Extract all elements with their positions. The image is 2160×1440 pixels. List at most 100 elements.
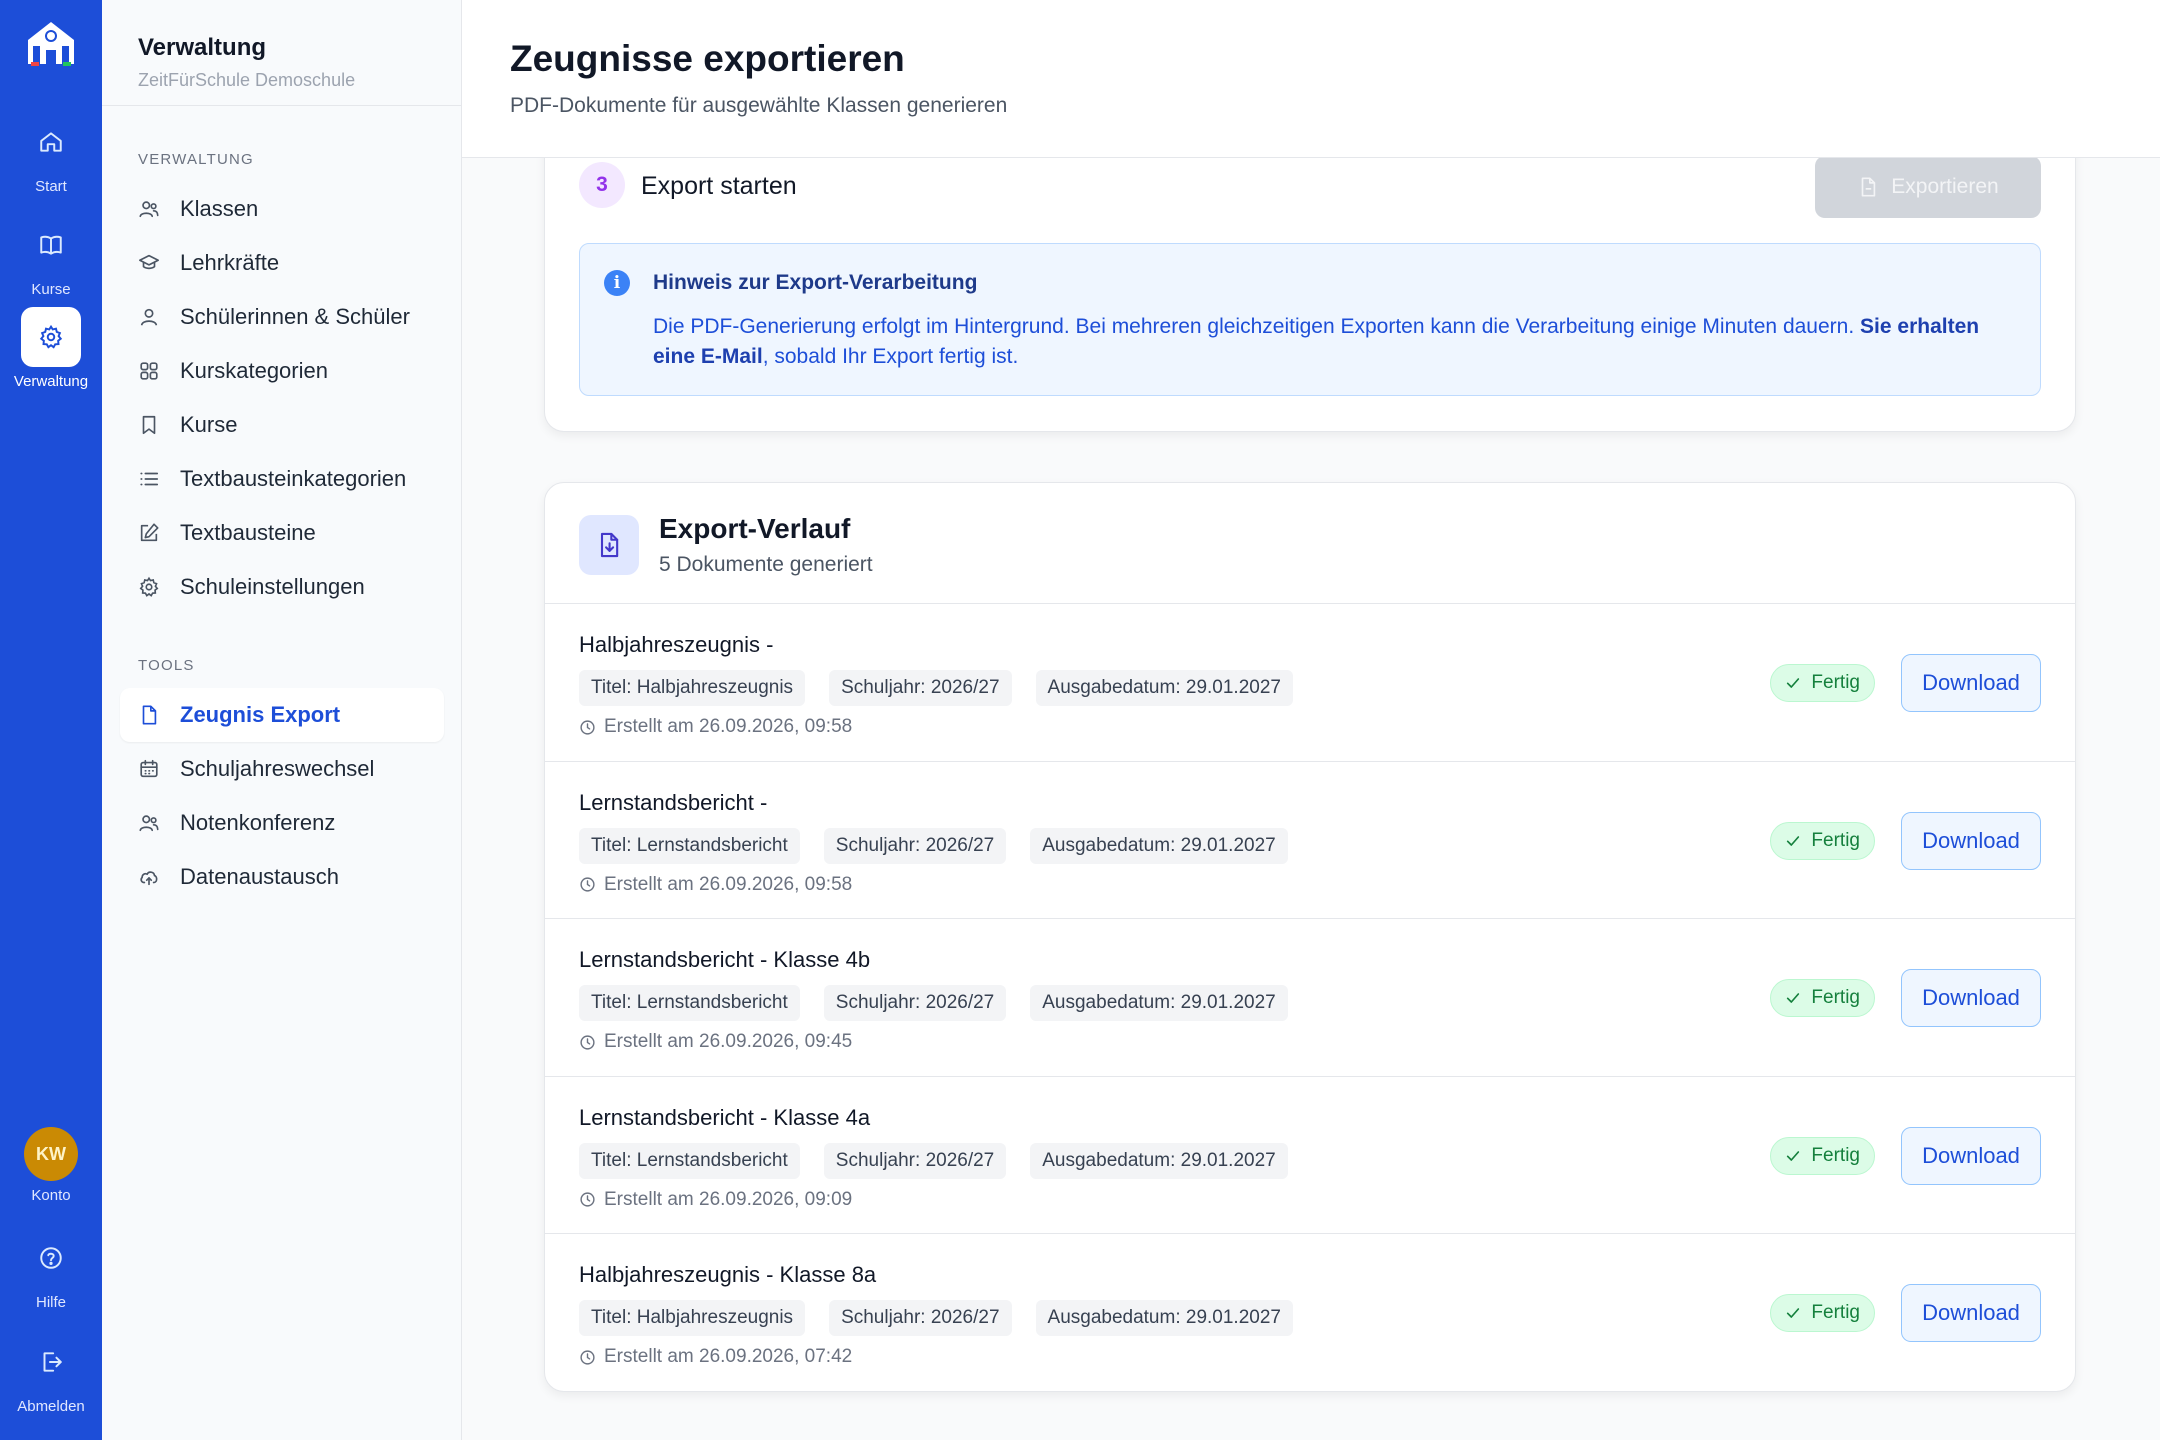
status-text: Fertig	[1811, 1144, 1860, 1166]
sidebar-item-schueler[interactable]: Schülerinnen & Schüler	[120, 290, 444, 344]
page-title: Zeugnisse exportieren	[510, 38, 905, 79]
clock-icon	[580, 719, 595, 735]
created-text: Erstellt am 26.09.2026, 09:58	[604, 716, 853, 737]
admin-nav: Klassen Lehrkräfte Schülerinnen & Schüle…	[120, 182, 444, 614]
created-timestamp: Erstellt am 26.09.2026, 09:58	[579, 716, 852, 738]
step-badge: 3	[579, 162, 625, 208]
rail-item-hilfe[interactable]: Hilfe	[0, 1228, 102, 1311]
export-button-label: Exportieren	[1891, 175, 1999, 198]
sidebar-item-label: Textbausteinkategorien	[180, 466, 407, 491]
rail-item-kurse[interactable]: Kurse	[0, 215, 102, 298]
download-button[interactable]: Download	[1901, 1284, 2041, 1342]
sidebar: Verwaltung ZeitFürSchule Demoschule VERW…	[102, 0, 462, 1440]
file-icon	[1861, 177, 1876, 197]
page-subtitle: PDF-Dokumente für ausgewählte Klassen ge…	[510, 94, 1008, 117]
rail-label-verwaltung: Verwaltung	[13, 373, 89, 390]
sidebar-item-datenaustausch[interactable]: Datenaustausch	[120, 850, 444, 904]
download-button[interactable]: Download	[1901, 654, 2041, 712]
status-text: Fertig	[1811, 1302, 1860, 1323]
tag-ausgabedatum: Ausgabedatum: 29.01.2027	[1030, 827, 1288, 864]
status-badge: Fertig	[1770, 979, 1875, 1017]
page-header: Zeugnisse exportieren PDF-Dokumente für …	[462, 0, 2160, 158]
users-icon	[139, 815, 159, 832]
tag-ausgabedatum: Ausgabedatum: 29.01.2027	[1035, 670, 1293, 706]
graduation-cap-icon	[139, 254, 159, 270]
document-title: Lernstandsbericht - Klasse 4a	[579, 1104, 871, 1130]
check-icon	[1787, 993, 1800, 1003]
list-item: Halbjahreszeugnis - Titel: Halbjahreszeu…	[545, 604, 2075, 762]
tools-nav: Zeugnis Export Schuljahreswechsel Notenk…	[120, 688, 444, 904]
sidebar-item-label: Zeugnis Export	[180, 702, 341, 727]
help-icon	[21, 1228, 81, 1288]
rail-item-konto[interactable]: KW Konto	[0, 1127, 102, 1204]
rail-item-start[interactable]: Start	[0, 112, 102, 195]
sidebar-item-label: Schülerinnen & Schüler	[180, 304, 410, 329]
sidebar-item-kurskategorien[interactable]: Kurskategorien	[120, 344, 444, 398]
file-icon	[142, 705, 157, 725]
export-step-card: 3 Export starten Exportieren i Hinweis z…	[544, 120, 2076, 432]
clock-icon	[580, 1034, 595, 1050]
tag-titel: Titel: Halbjahreszeugnis	[579, 1300, 806, 1336]
sidebar-item-kurse[interactable]: Kurse	[120, 398, 444, 452]
info-icon: i	[604, 270, 630, 296]
sidebar-item-schuleinstellungen[interactable]: Schuleinstellungen	[120, 560, 444, 614]
download-button[interactable]: Download	[1901, 811, 2041, 870]
sidebar-item-label: Klassen	[180, 196, 259, 221]
tag-titel: Titel: Lernstandsbericht	[579, 1142, 800, 1179]
notice-text: Die PDF-Generierung erfolgt im Hintergru…	[653, 312, 2013, 372]
status-badge: Fertig	[1770, 1136, 1875, 1175]
tag-ausgabedatum: Ausgabedatum: 29.01.2027	[1030, 1142, 1288, 1179]
sidebar-item-klassen[interactable]: Klassen	[120, 182, 444, 236]
sidebar-item-lehrkraefte[interactable]: Lehrkräfte	[120, 236, 444, 290]
app-rail: Start Kurse Verwaltung KW Konto Hilfe Ab…	[0, 0, 102, 1440]
history-subtitle: 5 Dokumente generiert	[659, 553, 873, 576]
rail-item-abmelden[interactable]: Abmelden	[0, 1332, 102, 1415]
sidebar-item-label: Kurse	[180, 412, 238, 437]
notice-tail: , sobald Ihr Export fertig ist.	[762, 345, 1019, 368]
status-badge: Fertig	[1770, 821, 1875, 860]
created-text: Erstellt am 26.09.2026, 09:45	[604, 1031, 853, 1052]
document-tags: Titel: Lernstandsbericht Schuljahr: 2026…	[579, 827, 1288, 864]
check-icon	[1787, 835, 1800, 846]
list-item: Halbjahreszeugnis - Klasse 8a Titel: Hal…	[545, 1234, 2075, 1391]
sidebar-item-notenkonferenz[interactable]: Notenkonferenz	[120, 796, 444, 850]
calendar-icon	[140, 759, 158, 778]
section-label-verwaltung: VERWALTUNG	[138, 151, 254, 168]
rail-item-verwaltung[interactable]: Verwaltung	[0, 307, 102, 390]
cloud-upload-icon	[140, 871, 158, 886]
sidebar-header: Verwaltung ZeitFürSchule Demoschule	[102, 0, 461, 106]
school-logo-icon[interactable]	[22, 18, 80, 68]
sidebar-item-label: Kurskategorien	[180, 358, 328, 383]
list-item: Lernstandsbericht - Titel: Lernstandsber…	[545, 762, 2075, 919]
tag-schuljahr: Schuljahr: 2026/27	[823, 1142, 1007, 1179]
export-history-card: Export-Verlauf 5 Dokumente generiert Hal…	[544, 482, 2076, 1392]
book-icon	[21, 215, 81, 275]
grid-icon	[140, 362, 158, 380]
sidebar-title: Verwaltung	[138, 34, 267, 61]
download-button[interactable]: Download	[1901, 1126, 2041, 1185]
status-badge: Fertig	[1770, 1294, 1875, 1332]
document-tags: Titel: Halbjahreszeugnis Schuljahr: 2026…	[579, 670, 1293, 706]
section-label-tools: TOOLS	[138, 657, 195, 674]
sidebar-item-textbausteinkategorien[interactable]: Textbausteinkategorien	[120, 452, 444, 506]
clock-icon	[580, 1349, 595, 1365]
sidebar-item-label: Notenkonferenz	[180, 810, 336, 835]
sidebar-item-schuljahreswechsel[interactable]: Schuljahreswechsel	[120, 742, 444, 796]
list-item: Lernstandsbericht - Klasse 4a Titel: Ler…	[545, 1077, 2075, 1234]
sidebar-item-label: Textbausteine	[180, 520, 316, 545]
rail-label-abmelden: Abmelden	[17, 1398, 85, 1415]
tag-titel: Titel: Lernstandsbericht	[579, 985, 800, 1021]
status-badge: Fertig	[1770, 664, 1875, 702]
tag-schuljahr: Schuljahr: 2026/27	[823, 827, 1007, 864]
export-button[interactable]: Exportieren	[1815, 156, 2041, 218]
rail-label-start: Start	[35, 178, 67, 195]
sidebar-item-textbausteine[interactable]: Textbausteine	[120, 506, 444, 560]
history-title: Export-Verlauf	[659, 513, 851, 544]
sidebar-item-zeugnis-export[interactable]: Zeugnis Export	[120, 688, 444, 742]
document-tags: Titel: Halbjahreszeugnis Schuljahr: 2026…	[579, 1300, 1293, 1336]
step-title: Export starten	[641, 172, 797, 200]
tag-schuljahr: Schuljahr: 2026/27	[829, 1300, 1012, 1336]
main-content: Zeugnisse exportieren PDF-Dokumente für …	[462, 0, 2160, 1440]
user-icon	[140, 308, 158, 326]
download-button[interactable]: Download	[1901, 969, 2041, 1027]
